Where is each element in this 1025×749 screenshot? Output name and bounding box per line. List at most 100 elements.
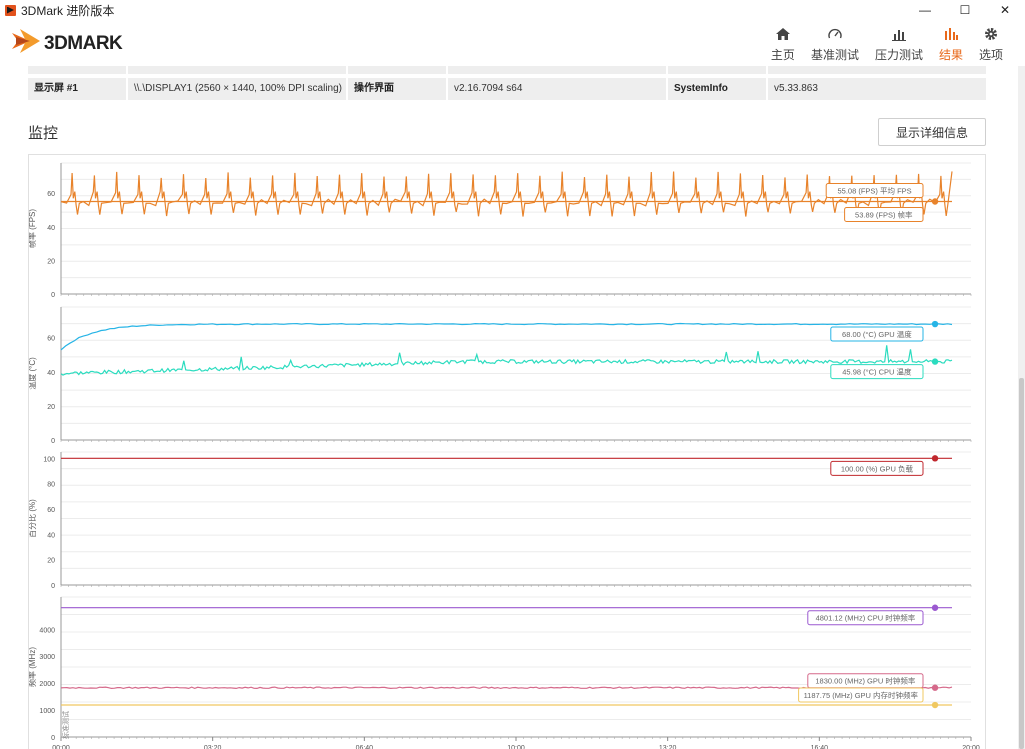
nav-home-label: 主页 xyxy=(770,48,795,62)
y-axis-label: 百分比 (%) xyxy=(29,499,37,538)
sysinfo-row-partial: GPU NVIDIA GeForce RTX 3080 CPU Intel Co… xyxy=(28,66,986,74)
maximize-button[interactable]: ☐ xyxy=(945,0,985,20)
gauge-icon xyxy=(827,25,843,43)
window-controls: — ☐ ✕ xyxy=(905,0,1025,20)
y-tick-label: 80 xyxy=(47,482,55,489)
home-icon xyxy=(775,25,791,43)
y-tick-label: 2000 xyxy=(39,681,55,688)
y-axis-label: 温度 (°C) xyxy=(29,357,37,390)
nav-options[interactable]: 选项 xyxy=(971,24,1011,64)
y-tick-label: 1000 xyxy=(39,708,55,715)
series-value-label: 53.89 (FPS) 帧率 xyxy=(844,206,924,222)
value-label-text: 1830.00 (MHz) GPU 时钟频率 xyxy=(815,676,916,686)
series-end-marker xyxy=(931,701,939,709)
series-end-marker xyxy=(931,358,939,365)
value-label-text: 55.08 (FPS) 平均 FPS xyxy=(838,185,912,195)
monitor-title: 监控 xyxy=(28,124,59,142)
series-end-marker xyxy=(931,604,939,611)
series-value-label: 55.08 (FPS) 平均 FPS xyxy=(825,182,924,198)
system-info-table: GPU NVIDIA GeForce RTX 3080 CPU Intel Co… xyxy=(28,66,986,104)
y-tick-label: 60 xyxy=(47,191,55,198)
series-end-marker xyxy=(931,455,939,462)
close-button[interactable]: ✕ xyxy=(985,0,1025,20)
series-end-marker xyxy=(931,684,939,691)
gear-icon xyxy=(983,25,999,43)
y-tick-label: 0 xyxy=(51,292,55,299)
x-tick-label: 00:00 xyxy=(52,745,70,749)
sysinfo-cpu-value: Intel Core i9-10850K xyxy=(448,66,666,74)
results-icon xyxy=(943,25,959,43)
series-value-label: 68.00 (°C) GPU 温度 xyxy=(830,326,924,342)
window-titlebar: 3DMark 进阶版本 — ☐ ✕ xyxy=(0,0,1025,20)
vertical-scrollbar[interactable] xyxy=(1018,66,1025,749)
series-line xyxy=(60,345,953,376)
bar-chart-icon xyxy=(891,25,907,43)
series-value-label: 1830.00 (MHz) GPU 时钟频率 xyxy=(807,673,924,689)
nav-results-label: 结果 xyxy=(938,48,963,62)
app-header: 3DMARK 主页 基准测试 压力测试 结果 选项 xyxy=(0,20,1025,66)
sysinfo-ui-label: 操作界面 xyxy=(348,78,446,100)
series-value-label: 1187.75 (MHz) GPU 内存时钟频率 xyxy=(798,687,924,703)
y-tick-label: 3000 xyxy=(39,654,55,661)
sysinfo-display-value: \\.\DISPLAY1 (2560 × 1440, 100% DPI scal… xyxy=(128,78,346,100)
nav-results[interactable]: 结果 xyxy=(931,24,971,64)
minimize-button[interactable]: — xyxy=(905,0,945,20)
logo-text: 3DMARK xyxy=(44,33,123,54)
sysinfo-display-label: 显示屏 #1 xyxy=(28,78,126,100)
y-tick-label: 40 xyxy=(47,370,55,377)
y-tick-label: 20 xyxy=(47,558,55,565)
sysinfo-time-label: 时间 xyxy=(668,66,766,74)
y-tick-label: 0 xyxy=(51,583,55,590)
show-details-button[interactable]: 显示详细信息 xyxy=(878,118,986,146)
scrollbar-thumb[interactable] xyxy=(1019,378,1024,749)
x-tick-label: 06:40 xyxy=(356,745,374,749)
series-value-label: 45.98 (°C) CPU 温度 xyxy=(830,364,924,380)
y-axis-label: 帧率 (FPS) xyxy=(29,209,37,248)
sysinfo-row: 显示屏 #1 \\.\DISPLAY1 (2560 × 1440, 100% D… xyxy=(28,78,986,100)
results-content: GPU NVIDIA GeForce RTX 3080 CPU Intel Co… xyxy=(0,66,1018,749)
annotation-label: 标准测试 xyxy=(61,711,70,739)
y-tick-label: 40 xyxy=(47,532,55,539)
window-title: 3DMark 进阶版本 xyxy=(21,3,115,18)
y-tick-label: 40 xyxy=(47,225,55,232)
series-end-marker xyxy=(931,320,939,328)
value-label-text: 100.00 (%) GPU 负载 xyxy=(841,463,914,473)
nav-benchmarks-label: 基准测试 xyxy=(810,48,859,62)
y-tick-label: 20 xyxy=(47,258,55,265)
y-tick-label: 100 xyxy=(43,456,55,463)
value-label-text: 68.00 (°C) GPU 温度 xyxy=(842,329,912,339)
3dmark-logo[interactable]: 3DMARK xyxy=(10,25,160,61)
x-tick-label: 03:20 xyxy=(204,745,222,749)
nav-stress-tests[interactable]: 压力测试 xyxy=(867,24,931,64)
series-value-label: 4801.12 (MHz) CPU 时钟频率 xyxy=(807,610,924,626)
sysinfo-systeminfo-label: SystemInfo xyxy=(668,78,766,100)
x-tick-label: 10:00 xyxy=(507,745,525,749)
app-icon xyxy=(5,4,16,16)
y-tick-label: 0 xyxy=(51,735,55,742)
y-tick-label: 4000 xyxy=(39,627,55,634)
nav-stress-tests-label: 压力测试 xyxy=(874,48,923,62)
y-tick-label: 20 xyxy=(47,404,55,411)
y-tick-label: 60 xyxy=(47,507,55,514)
value-label-text: 4801.12 (MHz) CPU 时钟频率 xyxy=(816,613,916,623)
nav-benchmarks[interactable]: 基准测试 xyxy=(803,24,867,64)
series-line xyxy=(60,322,953,351)
logo-chevron-icon xyxy=(12,29,40,53)
x-tick-label: 16:40 xyxy=(811,745,829,749)
main-nav: 主页 基准测试 压力测试 结果 选项 xyxy=(763,24,1011,64)
monitor-chart[interactable]: 0 20 40 60 帧率 (FPS) 55.08 (FPS) 平均 FPS 53.89 (… xyxy=(27,155,987,749)
y-tick-label: 60 xyxy=(47,336,55,343)
nav-options-label: 选项 xyxy=(978,48,1003,62)
series-line xyxy=(60,171,953,217)
value-label-text: 1187.75 (MHz) GPU 内存时钟频率 xyxy=(804,690,919,700)
monitor-chart-panel: 0 20 40 60 帧率 (FPS) 55.08 (FPS) 平均 FPS 53.89 (… xyxy=(27,154,987,749)
series-end-marker xyxy=(931,198,939,205)
value-label-text: 45.98 (°C) CPU 温度 xyxy=(842,367,912,377)
sysinfo-gpu-label: GPU xyxy=(28,66,126,74)
y-axis-label: 频率 (MHz) xyxy=(29,647,37,687)
x-tick-label: 20:00 xyxy=(962,745,980,749)
series-value-label: 100.00 (%) GPU 负载 xyxy=(830,460,924,476)
nav-home[interactable]: 主页 xyxy=(763,24,803,64)
sysinfo-ui-value: v2.16.7094 s64 xyxy=(448,78,666,100)
sysinfo-systeminfo-value: v5.33.863 xyxy=(768,78,986,100)
